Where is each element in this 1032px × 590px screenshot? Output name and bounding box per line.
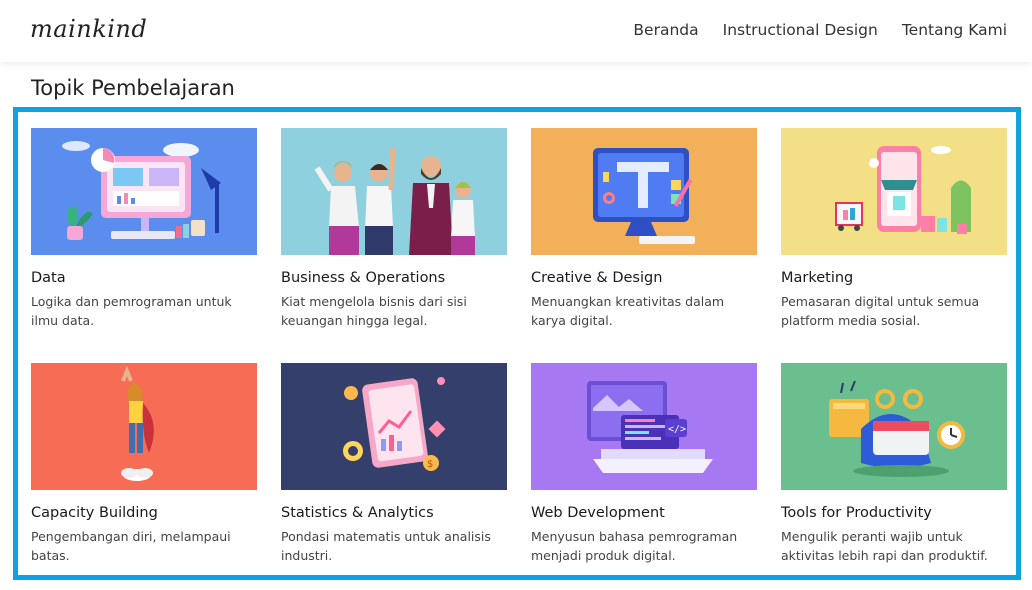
business-people-illustration <box>281 128 507 255</box>
analytics-report-illustration: $ <box>281 363 507 490</box>
card-description: Kiat mengelola bisnis dari sisi keuangan… <box>281 294 467 328</box>
card-title: Tools for Productivity <box>781 505 932 521</box>
card-title: Data <box>31 270 66 286</box>
card-description: Pondasi matematis untuk analisis industr… <box>281 529 491 563</box>
topic-card-statistics-analytics[interactable]: $ Statistics & Analytics Pondasi matemat… <box>281 363 507 565</box>
topic-card-tools-productivity[interactable]: Tools for Productivity Mengulik peranti … <box>781 363 1007 565</box>
online-shop-illustration <box>781 128 1007 255</box>
nav-instructional-design[interactable]: Instructional Design <box>723 21 878 39</box>
nav-tentang-kami[interactable]: Tentang Kami <box>902 21 1007 39</box>
main-nav: Beranda Instructional Design Tentang Kam… <box>633 21 1007 39</box>
card-title: Statistics & Analytics <box>281 505 434 521</box>
topic-card-business-operations[interactable]: Business & Operations Kiat mengelola bis… <box>281 128 507 330</box>
nav-beranda[interactable]: Beranda <box>633 21 698 39</box>
card-title: Marketing <box>781 270 854 286</box>
card-title: Capacity Building <box>31 505 158 521</box>
svg-text:$: $ <box>427 459 433 470</box>
topic-card-web-development[interactable]: </> Web Development Menyusun bahasa pemr… <box>531 363 757 565</box>
laptop-code-illustration: </> <box>531 363 757 490</box>
topic-card-capacity-building[interactable]: Capacity Building Pengembangan diri, mel… <box>31 363 257 565</box>
topic-card-creative-design[interactable]: Creative & Design Menuangkan kreativitas… <box>531 128 757 330</box>
data-dashboard-illustration <box>31 128 257 255</box>
card-description: Menyusun bahasa pemrograman menjadi prod… <box>531 529 738 563</box>
topic-card-data[interactable]: Data Logika dan pemrograman untuk ilmu d… <box>31 128 257 330</box>
card-title: Creative & Design <box>531 270 663 286</box>
card-description: Pengembangan diri, melampaui batas. <box>31 529 231 563</box>
svg-text:</>: </> <box>668 424 686 435</box>
topic-card-marketing[interactable]: Marketing Pemasaran digital untuk semua … <box>781 128 1007 330</box>
design-monitor-illustration <box>531 128 757 255</box>
brand-logo[interactable]: mainkind <box>30 15 147 43</box>
flying-hero-illustration <box>31 363 257 490</box>
card-description: Mengulik peranti wajib untuk aktivitas l… <box>781 529 988 563</box>
navbar: mainkind Beranda Instructional Design Te… <box>0 0 1032 62</box>
card-description: Pemasaran digital untuk semua platform m… <box>781 294 980 328</box>
card-title: Business & Operations <box>281 270 446 286</box>
calendar-tools-illustration <box>781 363 1007 490</box>
card-description: Menuangkan kreativitas dalam karya digit… <box>531 294 725 328</box>
card-description: Logika dan pemrograman untuk ilmu data. <box>31 294 232 328</box>
card-title: Web Development <box>531 505 665 521</box>
page-title: Topik Pembelajaran <box>31 76 235 100</box>
